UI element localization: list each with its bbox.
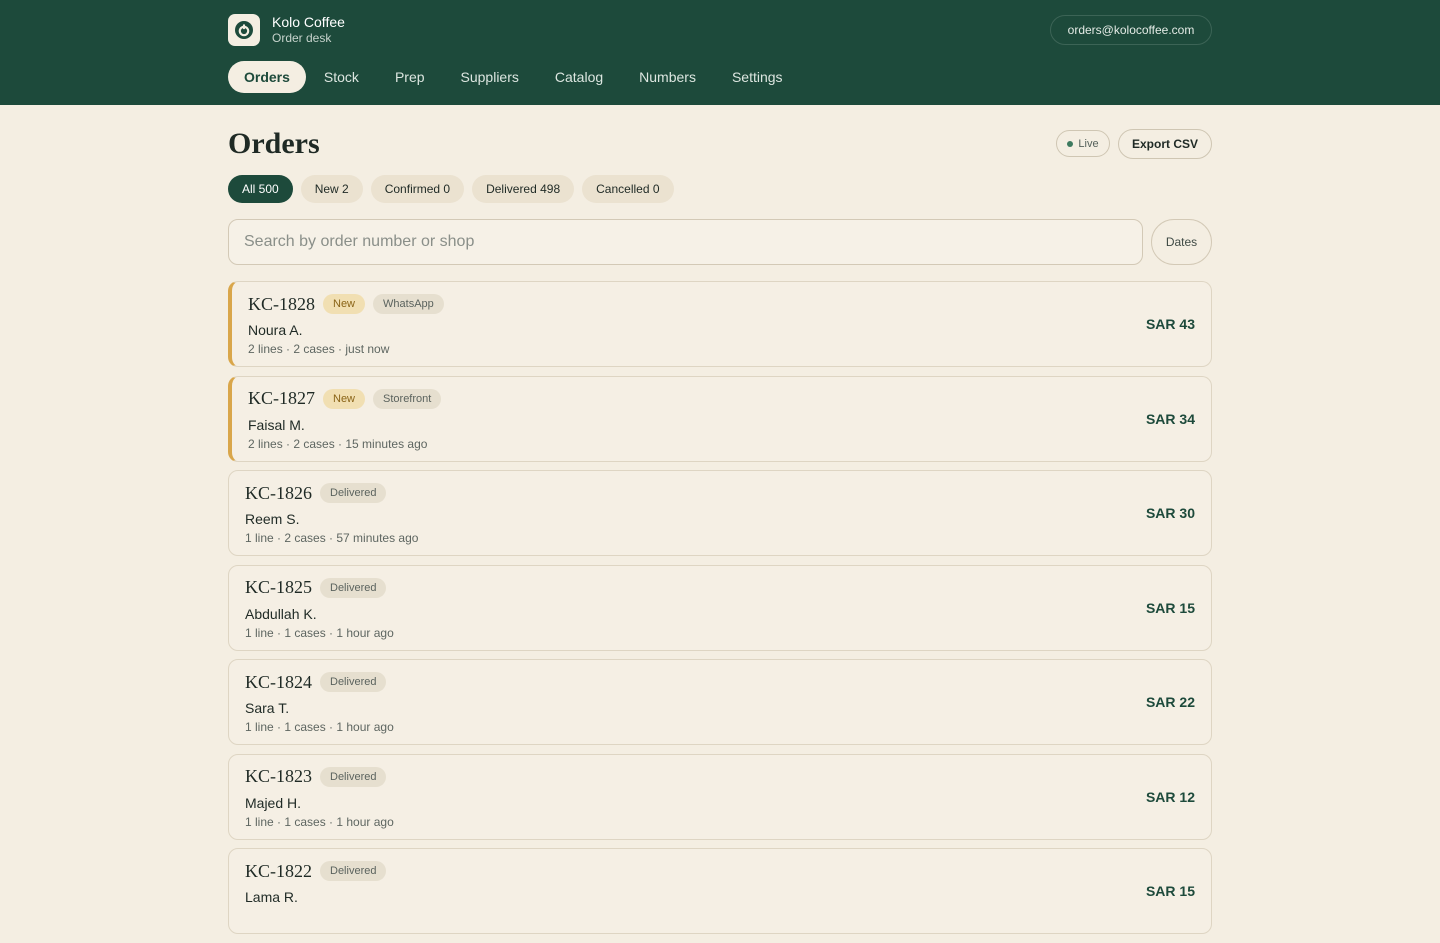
status-badge: Delivered [320, 766, 387, 787]
order-meta: 1 line · 2 cases · 57 minutes ago [245, 531, 419, 545]
page-title: Orders [228, 127, 320, 160]
nav-tab-prep[interactable]: Prep [377, 61, 443, 93]
order-number: KC-1822 [245, 860, 312, 881]
brand-subtitle: Order desk [272, 31, 332, 45]
filter-delivered[interactable]: Delivered 498 [472, 175, 575, 203]
order-row[interactable]: KC-1826 Delivered Reem S. 1 line · 2 cas… [228, 470, 1212, 556]
channel-badge: Storefront [373, 388, 442, 409]
order-number: KC-1828 [248, 293, 315, 314]
order-number: KC-1823 [245, 766, 312, 786]
order-row[interactable]: KC-1828 New WhatsApp Noura A. 2 lines · … [228, 281, 1212, 367]
orders-list: KC-1828 New WhatsApp Noura A. 2 lines · … [228, 281, 1212, 943]
nav-tab-catalog[interactable]: Catalog [537, 61, 621, 93]
order-row[interactable]: KC-1825 Delivered Abdullah K. 1 line · 1… [228, 564, 1212, 651]
brand-name: Kolo Coffee [272, 14, 345, 30]
status-badge: Delivered [320, 577, 387, 598]
status-badge: New [323, 294, 366, 314]
order-meta: 2 lines · 2 cases · just now [248, 342, 390, 356]
order-amount: SAR 15 [1145, 599, 1195, 616]
customer-name: Noura A. [248, 322, 303, 338]
filter-cancelled[interactable]: Cancelled 0 [582, 175, 674, 203]
nav-tab-stock[interactable]: Stock [306, 61, 377, 93]
order-number: KC-1824 [245, 671, 312, 692]
order-meta: 1 line · 1 cases · 1 hour ago [245, 814, 394, 829]
order-number: KC-1825 [245, 577, 312, 597]
order-number: KC-1826 [245, 482, 312, 503]
live-status-badge[interactable]: Live [1056, 130, 1110, 157]
nav-tab-numbers[interactable]: Numbers [621, 61, 714, 93]
nav-tab-settings[interactable]: Settings [714, 61, 801, 93]
order-number: KC-1827 [248, 388, 315, 408]
order-amount: SAR 43 [1145, 316, 1195, 332]
customer-name: Abdullah K. [245, 605, 317, 622]
status-badge: Delivered [320, 861, 387, 881]
customer-name: Faisal M. [248, 416, 305, 433]
live-label: Live [1078, 137, 1099, 150]
brand[interactable]: Kolo Coffee Order desk [228, 14, 345, 46]
filter-all[interactable]: All 500 [228, 175, 293, 203]
status-badge: Delivered [320, 672, 387, 692]
filter-new[interactable]: New 2 [300, 175, 363, 203]
order-amount: SAR 15 [1145, 883, 1195, 899]
order-amount: SAR 30 [1145, 505, 1195, 521]
account-email-button[interactable]: orders@kolocoffee.com [1050, 15, 1212, 45]
customer-name: Majed H. [245, 794, 302, 811]
live-dot-icon [1067, 140, 1074, 147]
order-meta: 2 lines · 2 cases · 15 minutes ago [248, 436, 428, 451]
order-row[interactable]: KC-1822 Delivered Lama R. SAR 15 [228, 848, 1212, 934]
channel-badge: WhatsApp [373, 294, 444, 314]
top-bar: Kolo Coffee Order desk orders@kolocoffee… [0, 0, 1440, 105]
customer-name: Reem S. [245, 511, 300, 527]
order-amount: SAR 12 [1145, 788, 1195, 805]
nav-tab-suppliers[interactable]: Suppliers [443, 61, 537, 93]
order-meta: 1 line · 1 cases · 1 hour ago [245, 720, 394, 734]
order-row[interactable]: KC-1823 Delivered Majed H. 1 line · 1 ca… [228, 753, 1212, 840]
power-ring-icon [228, 14, 260, 46]
nav-tab-orders[interactable]: Orders [228, 61, 306, 93]
order-row[interactable]: KC-1827 New Storefront Faisal M. 2 lines… [228, 375, 1212, 462]
dates-button[interactable]: Dates [1151, 219, 1212, 265]
customer-name: Sara T. [245, 700, 290, 716]
order-amount: SAR 34 [1145, 410, 1195, 427]
order-amount: SAR 22 [1145, 694, 1195, 710]
filter-confirmed[interactable]: Confirmed 0 [370, 175, 465, 203]
main-nav: Orders Stock Prep Suppliers Catalog Numb… [228, 61, 801, 93]
status-badge: Delivered [320, 483, 387, 503]
order-row[interactable]: KC-1824 Delivered Sara T. 1 line · 1 cas… [228, 659, 1212, 745]
customer-name: Lama R. [245, 889, 298, 905]
status-badge: New [323, 388, 366, 409]
status-filters: All 500 New 2 Confirmed 0 Delivered 498 … [228, 175, 682, 203]
export-csv-button[interactable]: Export CSV [1118, 129, 1212, 159]
search-input[interactable] [228, 219, 1143, 265]
order-meta: 1 line · 1 cases · 1 hour ago [245, 625, 394, 640]
